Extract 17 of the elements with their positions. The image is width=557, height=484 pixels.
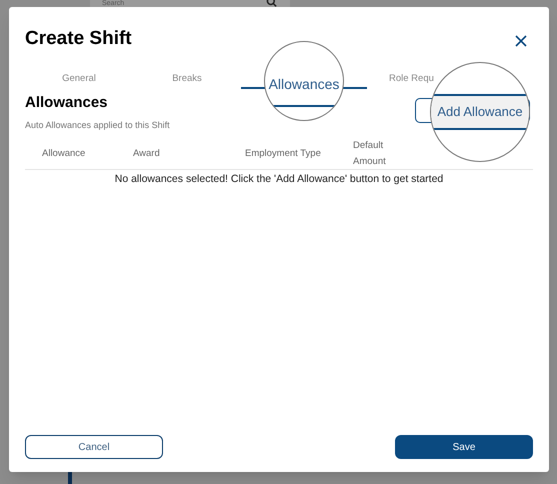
add-allowance-button[interactable]: Add Allowance — [431, 94, 529, 130]
section-subtitle: Auto Allowances applied to this Shift — [24, 118, 171, 132]
tab[interactable]: General — [25, 70, 133, 88]
column-header: Allowance — [41, 146, 86, 160]
column-header: Employment Type — [244, 146, 322, 160]
tab[interactable]: Role Requ — [367, 70, 475, 88]
cancel-button[interactable]: Cancel — [25, 435, 163, 459]
tab[interactable]: Allowances — [266, 74, 342, 107]
close-button[interactable] — [515, 34, 529, 48]
dialog-title: Create Shift — [25, 27, 132, 51]
save-button[interactable]: Save — [395, 435, 533, 459]
column-header: Award — [133, 146, 161, 160]
tab[interactable]: Breaks — [133, 70, 241, 88]
search-icon — [266, 0, 278, 7]
section-heading: Allowances — [25, 92, 108, 112]
empty-message: No allowances selected! Click the 'Add Allowance' button to get started — [114, 172, 444, 187]
column-header: Default Amount — [353, 138, 387, 168]
